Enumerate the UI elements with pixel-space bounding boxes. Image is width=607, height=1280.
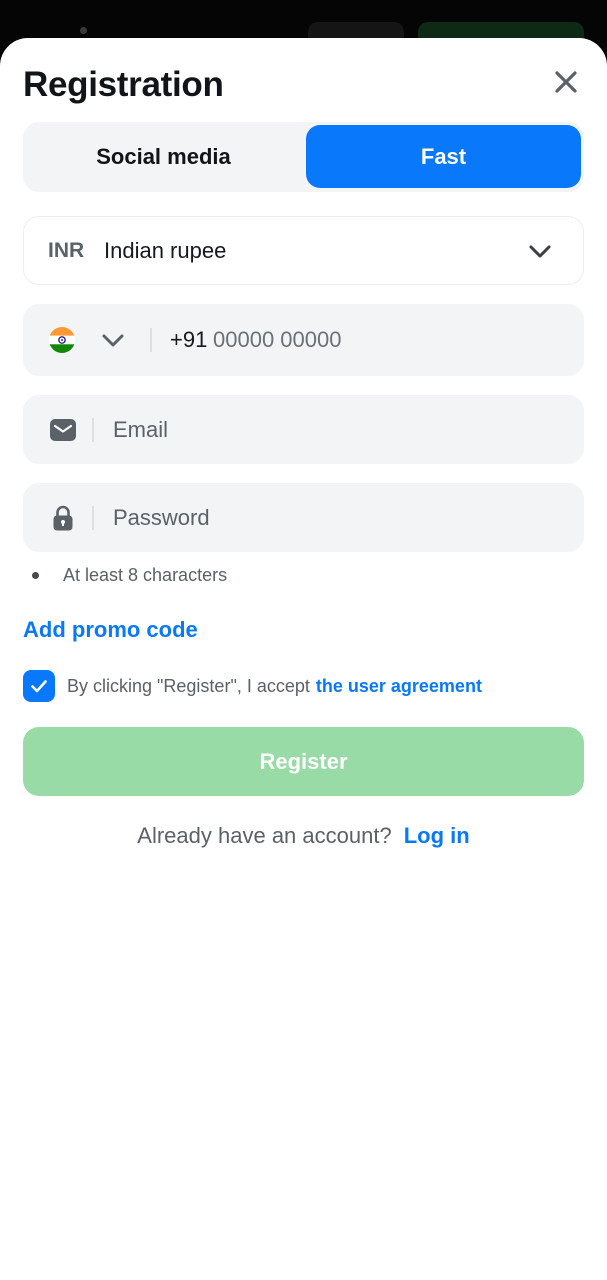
envelope-icon	[50, 419, 76, 441]
agreement-text: By clicking "Register", I accept	[67, 675, 310, 696]
registration-sheet: Registration Social media Fast INR India…	[0, 38, 607, 1280]
phone-input[interactable]	[213, 322, 553, 358]
currency-name: Indian rupee	[104, 237, 227, 263]
page-title: Registration	[23, 65, 224, 104]
agreement-row: By clicking "Register", I accept the use…	[23, 670, 482, 702]
login-question: Already have an account?	[137, 823, 392, 848]
close-button[interactable]	[550, 66, 582, 98]
login-prompt: Already have an account? Log in	[0, 823, 607, 849]
divider	[150, 328, 152, 352]
add-promo-code-link[interactable]: Add promo code	[23, 617, 198, 643]
password-field	[23, 483, 584, 552]
background-dot	[80, 27, 87, 34]
email-field	[23, 395, 584, 464]
user-agreement-link[interactable]: the user agreement	[316, 676, 482, 697]
email-input[interactable]	[113, 411, 553, 449]
password-hint-text: At least 8 characters	[63, 565, 228, 585]
register-button[interactable]: Register	[23, 727, 584, 796]
chevron-down-icon	[529, 245, 551, 258]
currency-code: INR	[48, 238, 85, 262]
tab-social-media[interactable]: Social media	[26, 125, 301, 188]
agreement-checkbox[interactable]	[23, 670, 55, 702]
tab-fast[interactable]: Fast	[306, 125, 581, 188]
lock-icon	[53, 505, 73, 531]
password-input[interactable]	[113, 499, 553, 537]
chevron-down-icon	[102, 334, 124, 347]
checkmark-icon	[31, 680, 47, 693]
divider	[92, 506, 94, 530]
divider	[92, 418, 94, 442]
phone-field: +91	[23, 304, 584, 376]
login-link[interactable]: Log in	[404, 823, 470, 849]
country-code-dropdown[interactable]	[99, 326, 127, 354]
password-requirement: At least 8 characters	[29, 565, 227, 586]
phone-prefix: +91	[170, 327, 208, 352]
registration-tabs: Social media Fast	[23, 122, 584, 192]
bullet-icon	[32, 572, 39, 579]
currency-select[interactable]: INR Indian rupee	[23, 216, 584, 285]
india-flag-icon	[49, 327, 75, 353]
close-icon	[555, 71, 577, 93]
